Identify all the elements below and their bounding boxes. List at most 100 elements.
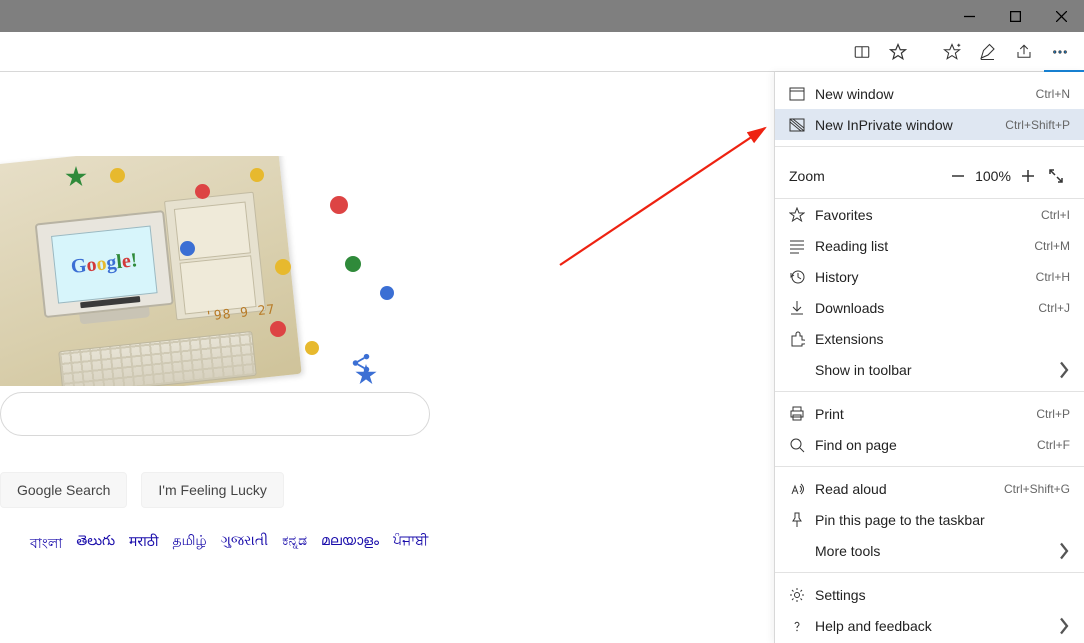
menu-label: Favorites [815, 207, 1041, 223]
menu-extensions[interactable]: Extensions [775, 323, 1084, 354]
window-icon [789, 86, 815, 102]
menu-separator [775, 391, 1084, 392]
print-icon [789, 406, 815, 422]
reading-list-icon [789, 238, 815, 254]
confetti-icon [330, 196, 348, 214]
doodle-monitor: Google! [35, 209, 186, 333]
chevron-right-icon [1058, 542, 1070, 560]
confetti-icon [275, 259, 291, 275]
language-link[interactable]: తెలుగు [76, 532, 115, 556]
confetti-icon [195, 184, 210, 199]
reading-view-button[interactable] [844, 34, 880, 70]
menu-label: Show in toolbar [815, 362, 1058, 378]
menu-label: Downloads [815, 300, 1038, 316]
language-link[interactable]: தமிழ் [173, 532, 207, 556]
menu-label: More tools [815, 543, 1058, 559]
menu-zoom-row: Zoom 100% [775, 153, 1084, 199]
menu-separator [775, 466, 1084, 467]
google-search-button[interactable]: Google Search [0, 472, 127, 508]
menu-shortcut: Ctrl+Shift+P [1005, 118, 1070, 132]
menu-label: Print [815, 406, 1036, 422]
confetti-icon [180, 241, 195, 256]
menu-find-on-page[interactable]: Find on page Ctrl+F [775, 429, 1084, 460]
search-icon [789, 437, 815, 453]
language-link[interactable]: ગુજરાતી [221, 532, 268, 556]
zoom-label: Zoom [789, 168, 944, 184]
window-title-bar [0, 0, 1084, 32]
menu-reading-list[interactable]: Reading list Ctrl+M [775, 230, 1084, 261]
menu-shortcut: Ctrl+I [1041, 208, 1070, 222]
star-icon [789, 207, 815, 223]
confetti-icon [345, 256, 361, 272]
menu-shortcut: Ctrl+F [1037, 438, 1070, 452]
window-close-button[interactable] [1038, 0, 1084, 32]
menu-help-feedback[interactable]: Help and feedback [775, 610, 1084, 641]
menu-label: Pin this page to the taskbar [815, 512, 1070, 528]
inprivate-icon [789, 117, 815, 133]
menu-print[interactable]: Print Ctrl+P [775, 398, 1084, 429]
download-icon [789, 300, 815, 316]
read-aloud-icon [789, 481, 815, 497]
language-link[interactable]: ಕನ್ನಡ [282, 532, 307, 556]
settings-more-button[interactable] [1042, 34, 1078, 70]
zoom-out-button[interactable] [944, 162, 972, 190]
menu-new-window[interactable]: New window Ctrl+N [775, 78, 1084, 109]
history-icon [789, 269, 815, 285]
menu-show-in-toolbar[interactable]: Show in toolbar [775, 354, 1084, 385]
menu-new-inprivate-window[interactable]: New InPrivate window Ctrl+Shift+P [775, 109, 1084, 140]
search-buttons-row: Google Search I'm Feeling Lucky [0, 472, 284, 508]
extensions-icon [789, 331, 815, 347]
web-notes-button[interactable] [970, 34, 1006, 70]
menu-label: New InPrivate window [815, 117, 1005, 133]
favorite-star-button[interactable] [880, 34, 916, 70]
share-button[interactable] [1006, 34, 1042, 70]
menu-label: Read aloud [815, 481, 1004, 497]
menu-label: Extensions [815, 331, 1070, 347]
zoom-in-button[interactable] [1014, 162, 1042, 190]
menu-pin-to-taskbar[interactable]: Pin this page to the taskbar [775, 504, 1084, 535]
confetti-icon [270, 321, 286, 337]
menu-shortcut: Ctrl+J [1038, 301, 1070, 315]
menu-shortcut: Ctrl+M [1034, 239, 1070, 253]
doodle-share-button[interactable] [350, 352, 372, 374]
help-icon [789, 618, 815, 634]
fullscreen-button[interactable] [1042, 162, 1070, 190]
menu-history[interactable]: History Ctrl+H [775, 261, 1084, 292]
window-minimize-button[interactable] [946, 0, 992, 32]
menu-downloads[interactable]: Downloads Ctrl+J [775, 292, 1084, 323]
menu-label: History [815, 269, 1036, 285]
menu-separator [775, 572, 1084, 573]
confetti-icon [305, 341, 319, 355]
browser-toolbar [0, 32, 1084, 72]
chevron-right-icon [1058, 361, 1070, 379]
search-input[interactable] [0, 392, 430, 436]
menu-more-tools[interactable]: More tools [775, 535, 1084, 566]
add-to-favorites-button[interactable] [934, 34, 970, 70]
chevron-right-icon [1058, 617, 1070, 635]
confetti-icon [250, 168, 264, 182]
menu-favorites[interactable]: Favorites Ctrl+I [775, 199, 1084, 230]
menu-shortcut: Ctrl+P [1036, 407, 1070, 421]
language-link[interactable]: ਪੰਜਾਬੀ [393, 532, 428, 556]
menu-label: Find on page [815, 437, 1037, 453]
menu-label: Reading list [815, 238, 1034, 254]
menu-label: Settings [815, 587, 1070, 603]
window-maximize-button[interactable] [992, 0, 1038, 32]
menu-label: New window [815, 86, 1036, 102]
menu-shortcut: Ctrl+H [1036, 270, 1070, 284]
pin-icon [789, 512, 815, 528]
menu-separator [775, 146, 1084, 147]
gear-icon [789, 587, 815, 603]
menu-shortcut: Ctrl+Shift+G [1004, 482, 1070, 496]
menu-settings[interactable]: Settings [775, 579, 1084, 610]
language-link[interactable]: മലയാളം [321, 532, 379, 556]
feeling-lucky-button[interactable]: I'm Feeling Lucky [141, 472, 284, 508]
language-link[interactable]: मराठी [129, 532, 158, 556]
zoom-value: 100% [972, 168, 1014, 184]
confetti-icon [110, 168, 125, 183]
confetti-icon [380, 286, 394, 300]
menu-label: Help and feedback [815, 618, 1058, 634]
language-links-row: বাংলা తెలుగు मराठी தமிழ் ગુજરાતી ಕನ್ನಡ മ… [30, 532, 428, 556]
menu-read-aloud[interactable]: Read aloud Ctrl+Shift+G [775, 473, 1084, 504]
language-link[interactable]: বাংলা [30, 532, 62, 556]
